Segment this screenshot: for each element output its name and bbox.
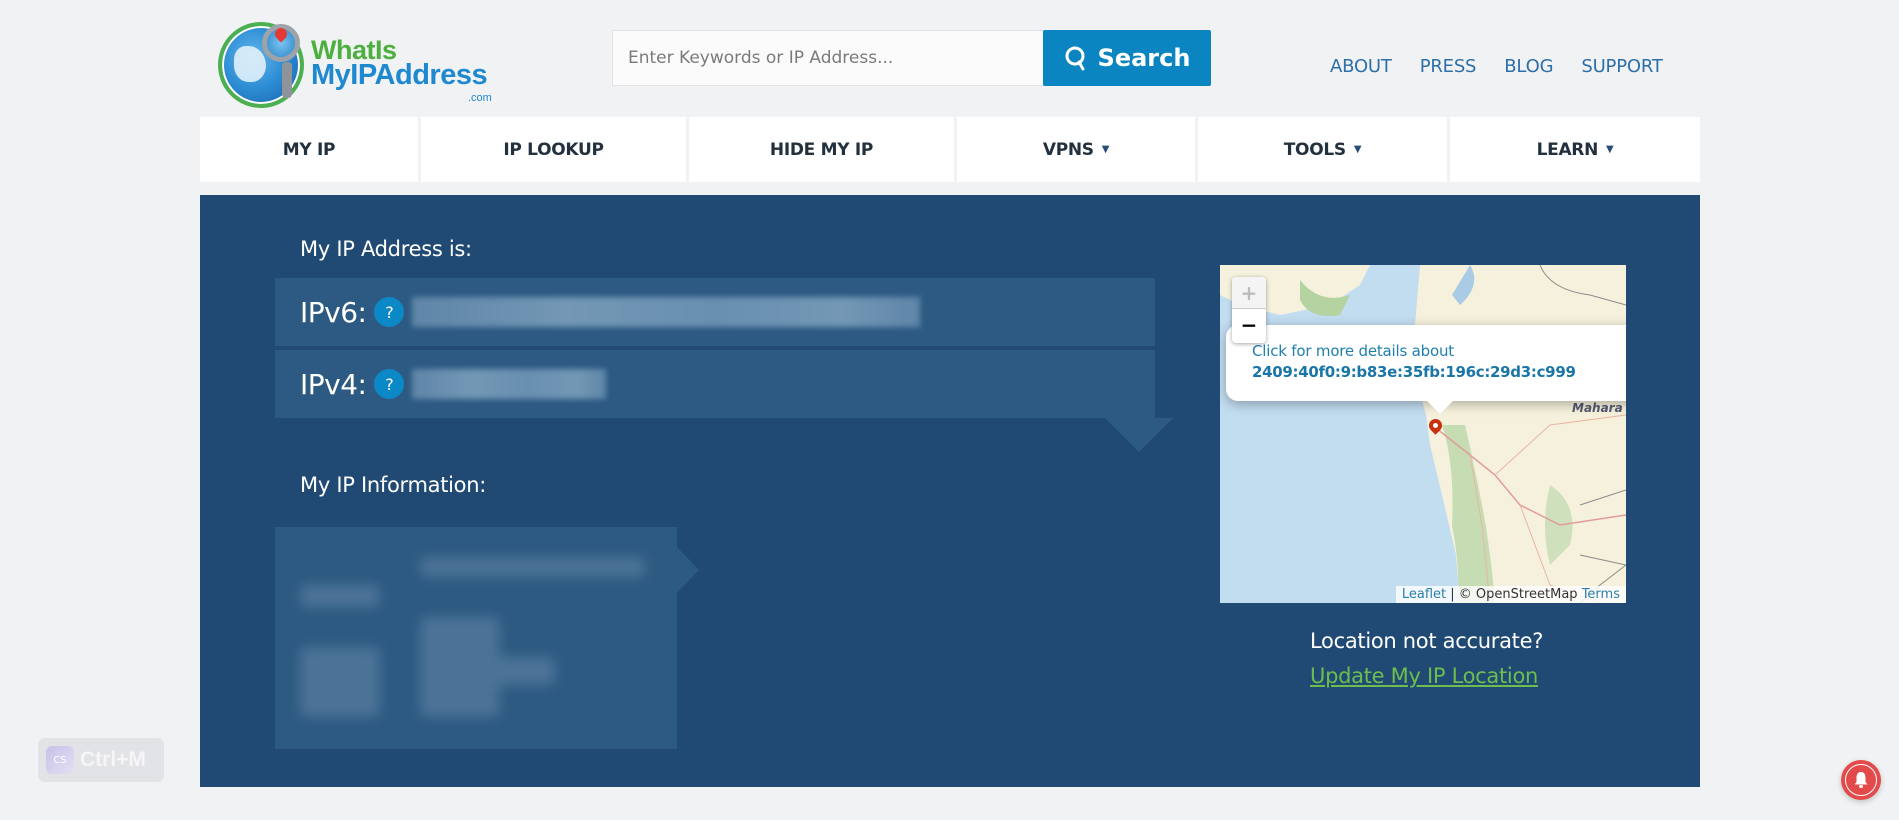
popup-tip <box>1427 401 1453 414</box>
nav-tools[interactable]: TOOLS ▼ <box>1198 117 1447 182</box>
map-region-label: Mahara <box>1572 401 1623 415</box>
link-press[interactable]: PRESS <box>1420 56 1477 77</box>
chevron-down-icon: ▼ <box>1101 144 1110 155</box>
search-button-label: Search <box>1097 44 1191 72</box>
magnifier-handle <box>282 62 292 98</box>
ip-information-heading: My IP Information: <box>300 473 486 497</box>
map-attribution: Leaflet | © OpenStreetMap Terms <box>1395 586 1626 603</box>
nav-label: LEARN <box>1536 139 1599 160</box>
map-zoom-control: + − <box>1232 277 1266 343</box>
help-icon[interactable]: ? <box>374 297 405 327</box>
nav-label: VPNS <box>1042 139 1094 160</box>
extension-shortcut: Ctrl+M <box>80 748 146 771</box>
top-links: ABOUT PRESS BLOG SUPPORT <box>1330 56 1691 77</box>
ip-information-redacted <box>275 527 677 749</box>
search-button[interactable]: Search <box>1043 30 1211 86</box>
link-support[interactable]: SUPPORT <box>1581 56 1662 77</box>
search-input[interactable] <box>612 30 1044 86</box>
nav-vpns[interactable]: VPNS ▼ <box>957 117 1195 182</box>
info-box-pointer <box>677 547 699 593</box>
ipv4-value-redacted[interactable] <box>412 369 607 399</box>
map-popup: Click for more details about 2409:40f0:9… <box>1226 325 1626 401</box>
ipv6-label: IPv6: <box>300 295 367 329</box>
ipv4-row: IPv4: ? <box>275 350 1155 418</box>
nav-label: MY IP <box>282 139 336 160</box>
map-tiles[interactable] <box>1220 265 1626 603</box>
ipv6-value-redacted[interactable] <box>412 297 921 327</box>
location-map[interactable]: + − Click for more details about 2409:40… <box>1220 265 1626 603</box>
nav-my-ip[interactable]: MY IP <box>200 117 418 182</box>
ip-address-heading: My IP Address is: <box>300 237 472 261</box>
notification-bell-button[interactable] <box>1841 760 1881 800</box>
nav-label: IP LOOKUP <box>503 139 604 160</box>
nav-learn[interactable]: LEARN ▼ <box>1450 117 1700 182</box>
nav-label: HIDE MY IP <box>769 139 874 160</box>
zoom-in-button[interactable]: + <box>1232 277 1266 309</box>
help-icon[interactable]: ? <box>374 369 405 399</box>
logo-text-line3: .com <box>468 92 492 104</box>
leaflet-link[interactable]: Leaflet <box>1402 587 1446 602</box>
attribution-text: | © OpenStreetMap <box>1446 587 1582 602</box>
link-about[interactable]: ABOUT <box>1330 56 1392 77</box>
popup-ip-link[interactable]: 2409:40f0:9:b83e:35fb:196c:29d3:c999 <box>1252 363 1626 381</box>
location-question: Location not accurate? <box>1310 629 1544 653</box>
ip-panel: My IP Address is: IPv6: ? IPv4: ? My IP … <box>200 195 1700 787</box>
chevron-down-icon: ▼ <box>1353 144 1362 155</box>
popup-text[interactable]: Click for more details about <box>1252 342 1626 360</box>
ipv4-label: IPv4: <box>300 367 367 401</box>
nav-ip-lookup[interactable]: IP LOOKUP <box>421 117 686 182</box>
ip-box-pointer <box>1105 418 1173 452</box>
chevron-down-icon: ▼ <box>1606 144 1614 155</box>
bell-icon <box>1854 772 1868 788</box>
site-logo[interactable]: WhatIs MyIPAddress .com <box>218 22 492 114</box>
ipv6-row: IPv6: ? <box>275 278 1155 346</box>
terms-link[interactable]: Terms <box>1582 587 1620 602</box>
search-icon <box>1065 46 1085 71</box>
nav-label: TOOLS <box>1283 139 1346 160</box>
nav-hide-my-ip[interactable]: HIDE MY IP <box>689 117 954 182</box>
update-location-link[interactable]: Update My IP Location <box>1310 664 1538 688</box>
logo-text-line2: MyIPAddress <box>311 59 488 91</box>
extension-icon: CS <box>46 746 74 774</box>
link-blog[interactable]: BLOG <box>1504 56 1553 77</box>
main-nav: MY IP IP LOOKUP HIDE MY IP VPNS ▼ TOOLS … <box>200 117 1700 182</box>
extension-shortcut-badge[interactable]: CS Ctrl+M <box>38 738 164 782</box>
zoom-out-button[interactable]: − <box>1232 309 1266 341</box>
